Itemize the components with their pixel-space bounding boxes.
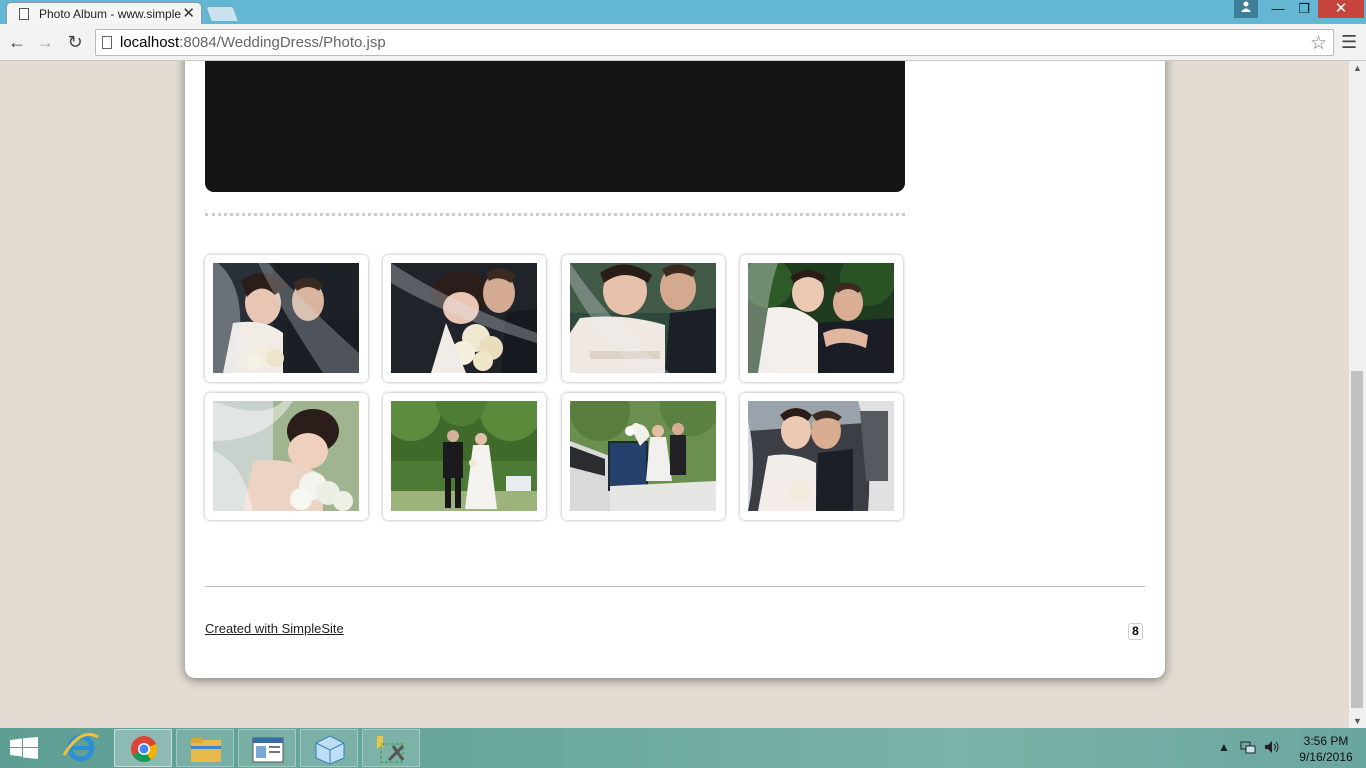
dotted-divider [205, 213, 905, 216]
vertical-scrollbar[interactable]: ▲ ▼ [1349, 61, 1366, 728]
photo-thumbnail[interactable] [205, 393, 368, 520]
photo-image[interactable] [213, 401, 359, 511]
browser-toolbar: ← → ↻ localhost:8084/WeddingDress/Photo.… [0, 24, 1366, 61]
photo-thumbnail[interactable] [383, 393, 546, 520]
photo-thumbnail[interactable] [562, 255, 725, 382]
reload-icon[interactable]: ↻ [65, 32, 85, 52]
tools-app-icon[interactable] [362, 729, 420, 767]
created-with-simplesite-link[interactable]: Created with SimpleSite [205, 621, 344, 636]
page-info-icon[interactable] [102, 36, 112, 49]
scroll-up-arrow-icon[interactable]: ▲ [1353, 63, 1362, 73]
photo-thumbnail[interactable] [383, 255, 546, 382]
windows-taskbar: ▲ 3:56 PM 9/16/2016 [0, 728, 1366, 768]
start-windows-icon[interactable] [10, 737, 40, 759]
page-icon [19, 8, 29, 20]
internet-explorer-icon[interactable] [52, 729, 110, 767]
tab-title: Photo Album - www.simplesite.com [39, 7, 181, 21]
file-explorer-icon[interactable] [176, 729, 234, 767]
window-close-icon[interactable]: ✕ [1318, 0, 1364, 18]
browser-tab[interactable]: Photo Album - www.simplesite.com ✕ [6, 2, 202, 25]
minimize-icon[interactable]: — [1264, 0, 1292, 18]
network-icon[interactable] [1240, 740, 1256, 757]
clock-time: 3:56 PM [1303, 734, 1349, 748]
footer-divider [205, 586, 1145, 587]
photo-count-badge[interactable]: 8 [1128, 623, 1143, 640]
url-text[interactable]: localhost:8084/WeddingDress/Photo.jsp [120, 34, 386, 51]
photo-thumbnail[interactable] [205, 255, 368, 382]
clock-date: 9/16/2016 [1299, 750, 1353, 764]
photo-image[interactable] [213, 263, 359, 373]
photo-thumbnail[interactable] [740, 255, 903, 382]
scroll-down-arrow-icon[interactable]: ▼ [1353, 716, 1362, 726]
slideshow-player[interactable] [205, 61, 905, 192]
photo-image[interactable] [748, 401, 894, 511]
back-arrow-icon[interactable]: ← [7, 32, 27, 52]
new-tab-button[interactable] [205, 6, 239, 21]
photo-image[interactable] [391, 263, 537, 373]
box-app-icon[interactable] [300, 729, 358, 767]
restore-icon[interactable]: ❐ [1290, 0, 1318, 18]
forward-arrow-icon[interactable]: → [35, 32, 55, 52]
address-bar[interactable]: localhost:8084/WeddingDress/Photo.jsp ☆ [95, 29, 1334, 56]
chrome-menu-icon[interactable]: ☰ [1341, 32, 1357, 53]
photo-thumbnail[interactable] [562, 393, 725, 520]
photo-thumbnail[interactable] [740, 393, 903, 520]
browser-titlebar: Photo Album - www.simplesite.com ✕ — ❐ ✕ [0, 0, 1366, 25]
photo-image[interactable] [570, 263, 716, 373]
user-profile-icon[interactable] [1234, 0, 1258, 18]
volume-icon[interactable] [1264, 740, 1280, 757]
url-path: :8084/WeddingDress/Photo.jsp [179, 34, 386, 51]
photo-image[interactable] [570, 401, 716, 511]
photo-image[interactable] [391, 401, 537, 511]
system-clock[interactable]: 3:56 PM 9/16/2016 [1290, 733, 1362, 765]
scrollbar-thumb[interactable] [1351, 371, 1363, 708]
url-host: localhost [120, 34, 180, 51]
chrome-icon[interactable] [114, 729, 172, 767]
bookmark-star-icon[interactable]: ☆ [1310, 32, 1327, 55]
tray-expand-icon[interactable]: ▲ [1218, 740, 1230, 754]
window-app-icon[interactable] [238, 729, 296, 767]
page-viewport: Created with SimpleSite 8 [0, 61, 1349, 728]
page-content-card: Created with SimpleSite 8 [185, 61, 1165, 678]
photo-image[interactable] [748, 263, 894, 373]
tab-close-icon[interactable]: ✕ [182, 4, 195, 22]
